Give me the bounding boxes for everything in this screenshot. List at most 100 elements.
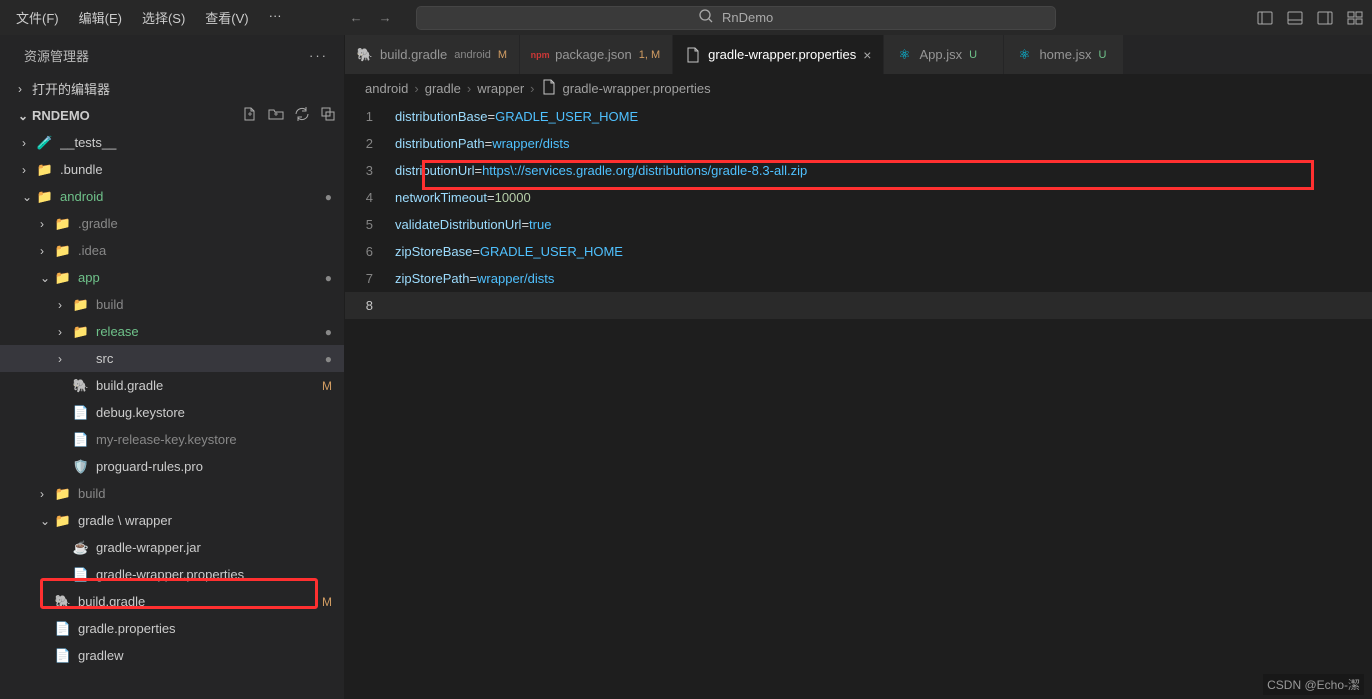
menu-item[interactable]: 选择(S) — [134, 4, 193, 31]
command-center[interactable]: RnDemo — [416, 6, 1056, 30]
file-name: build.gradle — [96, 378, 322, 393]
file-icon — [72, 350, 90, 368]
chevron-icon: › — [40, 217, 54, 231]
breadcrumb-item[interactable]: gradle-wrapper.properties — [563, 81, 711, 96]
file-name: .bundle — [60, 162, 344, 177]
tab-label: package.json — [555, 47, 632, 62]
status-badge: ● — [325, 271, 332, 285]
editor-tab[interactable]: 🐘build.gradleandroidM — [345, 35, 520, 74]
tree-item[interactable]: 🐘build.gradleM — [0, 588, 344, 615]
tree-item[interactable]: 📄my-release-key.keystore — [0, 426, 344, 453]
chevron-icon: ⌄ — [40, 514, 54, 528]
nav-forward[interactable]: → — [379, 10, 392, 25]
line-number: 8 — [345, 292, 395, 319]
editor-tab[interactable]: npmpackage.json1, M — [520, 35, 673, 74]
breadcrumb-separator: › — [530, 81, 534, 96]
editor-tab[interactable]: ⚛home.jsxU — [1004, 35, 1124, 74]
file-icon: 🛡️ — [72, 458, 90, 476]
explorer-title: 资源管理器 — [24, 46, 89, 65]
chevron-icon: ⌄ — [22, 190, 36, 204]
file-icon: 📁 — [36, 188, 54, 206]
file-icon: 🐘 — [54, 593, 72, 611]
editor-tab[interactable]: gradle-wrapper.properties × — [673, 35, 884, 74]
file-name: src — [96, 351, 325, 366]
tree-item[interactable]: 📄gradlew — [0, 642, 344, 669]
tab-label: build.gradle — [380, 47, 447, 62]
layout-left-icon[interactable] — [1256, 10, 1274, 26]
tree-item[interactable]: 📄 gradle-wrapper.properties — [0, 561, 344, 588]
file-icon: 📄 — [72, 566, 90, 584]
file-icon: 📁 — [54, 512, 72, 530]
close-icon[interactable]: × — [863, 47, 871, 63]
menu-item[interactable]: 编辑(E) — [71, 4, 130, 31]
file-icon: 🧪 — [36, 134, 54, 152]
tree-item[interactable]: ›src● — [0, 345, 344, 372]
line-number: 2 — [345, 130, 395, 157]
tab-icon — [685, 47, 701, 63]
breadcrumb-item[interactable]: wrapper — [477, 81, 524, 96]
tab-label: App.jsx — [919, 47, 962, 62]
file-icon: 📄 — [54, 647, 72, 665]
tree-item[interactable]: 🐘build.gradleM — [0, 372, 344, 399]
file-icon: 📁 — [54, 269, 72, 287]
tree-item[interactable]: ›📁build — [0, 291, 344, 318]
editor-tab[interactable]: ⚛App.jsxU — [884, 35, 1004, 74]
menu-item[interactable]: ··· — [261, 4, 290, 31]
explorer-actions — [242, 106, 336, 125]
menu-item[interactable]: 查看(V) — [197, 4, 256, 31]
explorer-header: 资源管理器 ··· — [0, 35, 344, 75]
tree-item[interactable]: ›📁.idea — [0, 237, 344, 264]
file-name: gradle-wrapper.properties — [96, 567, 344, 582]
code-line: 4networkTimeout=10000 — [345, 184, 1372, 211]
tree-item[interactable]: ⌄📁android● — [0, 183, 344, 210]
layout-customize-icon[interactable] — [1346, 10, 1364, 26]
tree-item[interactable]: ›🧪__tests__ — [0, 129, 344, 156]
tree-item[interactable]: 📄debug.keystore — [0, 399, 344, 426]
refresh-icon[interactable] — [294, 106, 310, 125]
file-name: my-release-key.keystore — [96, 432, 344, 447]
explorer-more-icon[interactable]: ··· — [309, 48, 328, 63]
file-name: gradle-wrapper.jar — [96, 540, 344, 555]
project-section[interactable]: ⌄ RNDEMO — [0, 102, 344, 129]
layout-bottom-icon[interactable] — [1286, 10, 1304, 26]
tab-status: U — [1098, 49, 1106, 61]
collapse-icon[interactable] — [320, 106, 336, 125]
file-tree: ›🧪__tests__›📁.bundle⌄📁android●›📁.gradle›… — [0, 129, 344, 669]
code-line: 1distributionBase=GRADLE_USER_HOME — [345, 103, 1372, 130]
tree-item[interactable]: 📄gradle.properties — [0, 615, 344, 642]
breadcrumb: android›gradle›wrapper›gradle-wrapper.pr… — [345, 75, 1372, 101]
layout-right-icon[interactable] — [1316, 10, 1334, 26]
tree-item[interactable]: ⌄📁app● — [0, 264, 344, 291]
tree-item[interactable]: ›📁.gradle — [0, 210, 344, 237]
tree-item[interactable]: ☕ gradle-wrapper.jar — [0, 534, 344, 561]
nav-arrows: ← → — [350, 10, 392, 25]
watermark: CSDN @Echo-潔 — [1263, 674, 1364, 695]
status-badge: M — [322, 595, 332, 609]
breadcrumb-item[interactable]: android — [365, 81, 408, 96]
tree-item[interactable]: ›📁.bundle — [0, 156, 344, 183]
tab-label: gradle-wrapper.properties — [708, 47, 856, 62]
file-name: .gradle — [78, 216, 344, 231]
tree-item[interactable]: ›📁build — [0, 480, 344, 507]
nav-back[interactable]: ← — [350, 10, 363, 25]
chevron-icon: › — [58, 298, 72, 312]
code-editor[interactable]: 1distributionBase=GRADLE_USER_HOME2distr… — [345, 101, 1372, 699]
tree-item[interactable]: ›📁release● — [0, 318, 344, 345]
file-name: .idea — [78, 243, 344, 258]
tree-item[interactable]: ⌄📁gradle \ wrapper — [0, 507, 344, 534]
file-name: debug.keystore — [96, 405, 344, 420]
file-icon: ☕ — [72, 539, 90, 557]
chevron-icon: › — [58, 352, 72, 366]
new-folder-icon[interactable] — [268, 106, 284, 125]
file-icon: 📁 — [72, 296, 90, 314]
chevron-icon: › — [40, 244, 54, 258]
breadcrumb-item[interactable]: gradle — [425, 81, 461, 96]
chevron-icon: › — [58, 325, 72, 339]
new-file-icon[interactable] — [242, 106, 258, 125]
chevron-icon: ⌄ — [40, 271, 54, 285]
tree-item[interactable]: 🛡️proguard-rules.pro — [0, 453, 344, 480]
layout-controls — [1256, 10, 1364, 26]
explorer-sidebar: 资源管理器 ··· › 打开的编辑器 ⌄ RNDEMO ›🧪__tests__›… — [0, 35, 345, 699]
open-editors-section[interactable]: › 打开的编辑器 — [0, 75, 344, 102]
menu-item[interactable]: 文件(F) — [8, 4, 67, 31]
